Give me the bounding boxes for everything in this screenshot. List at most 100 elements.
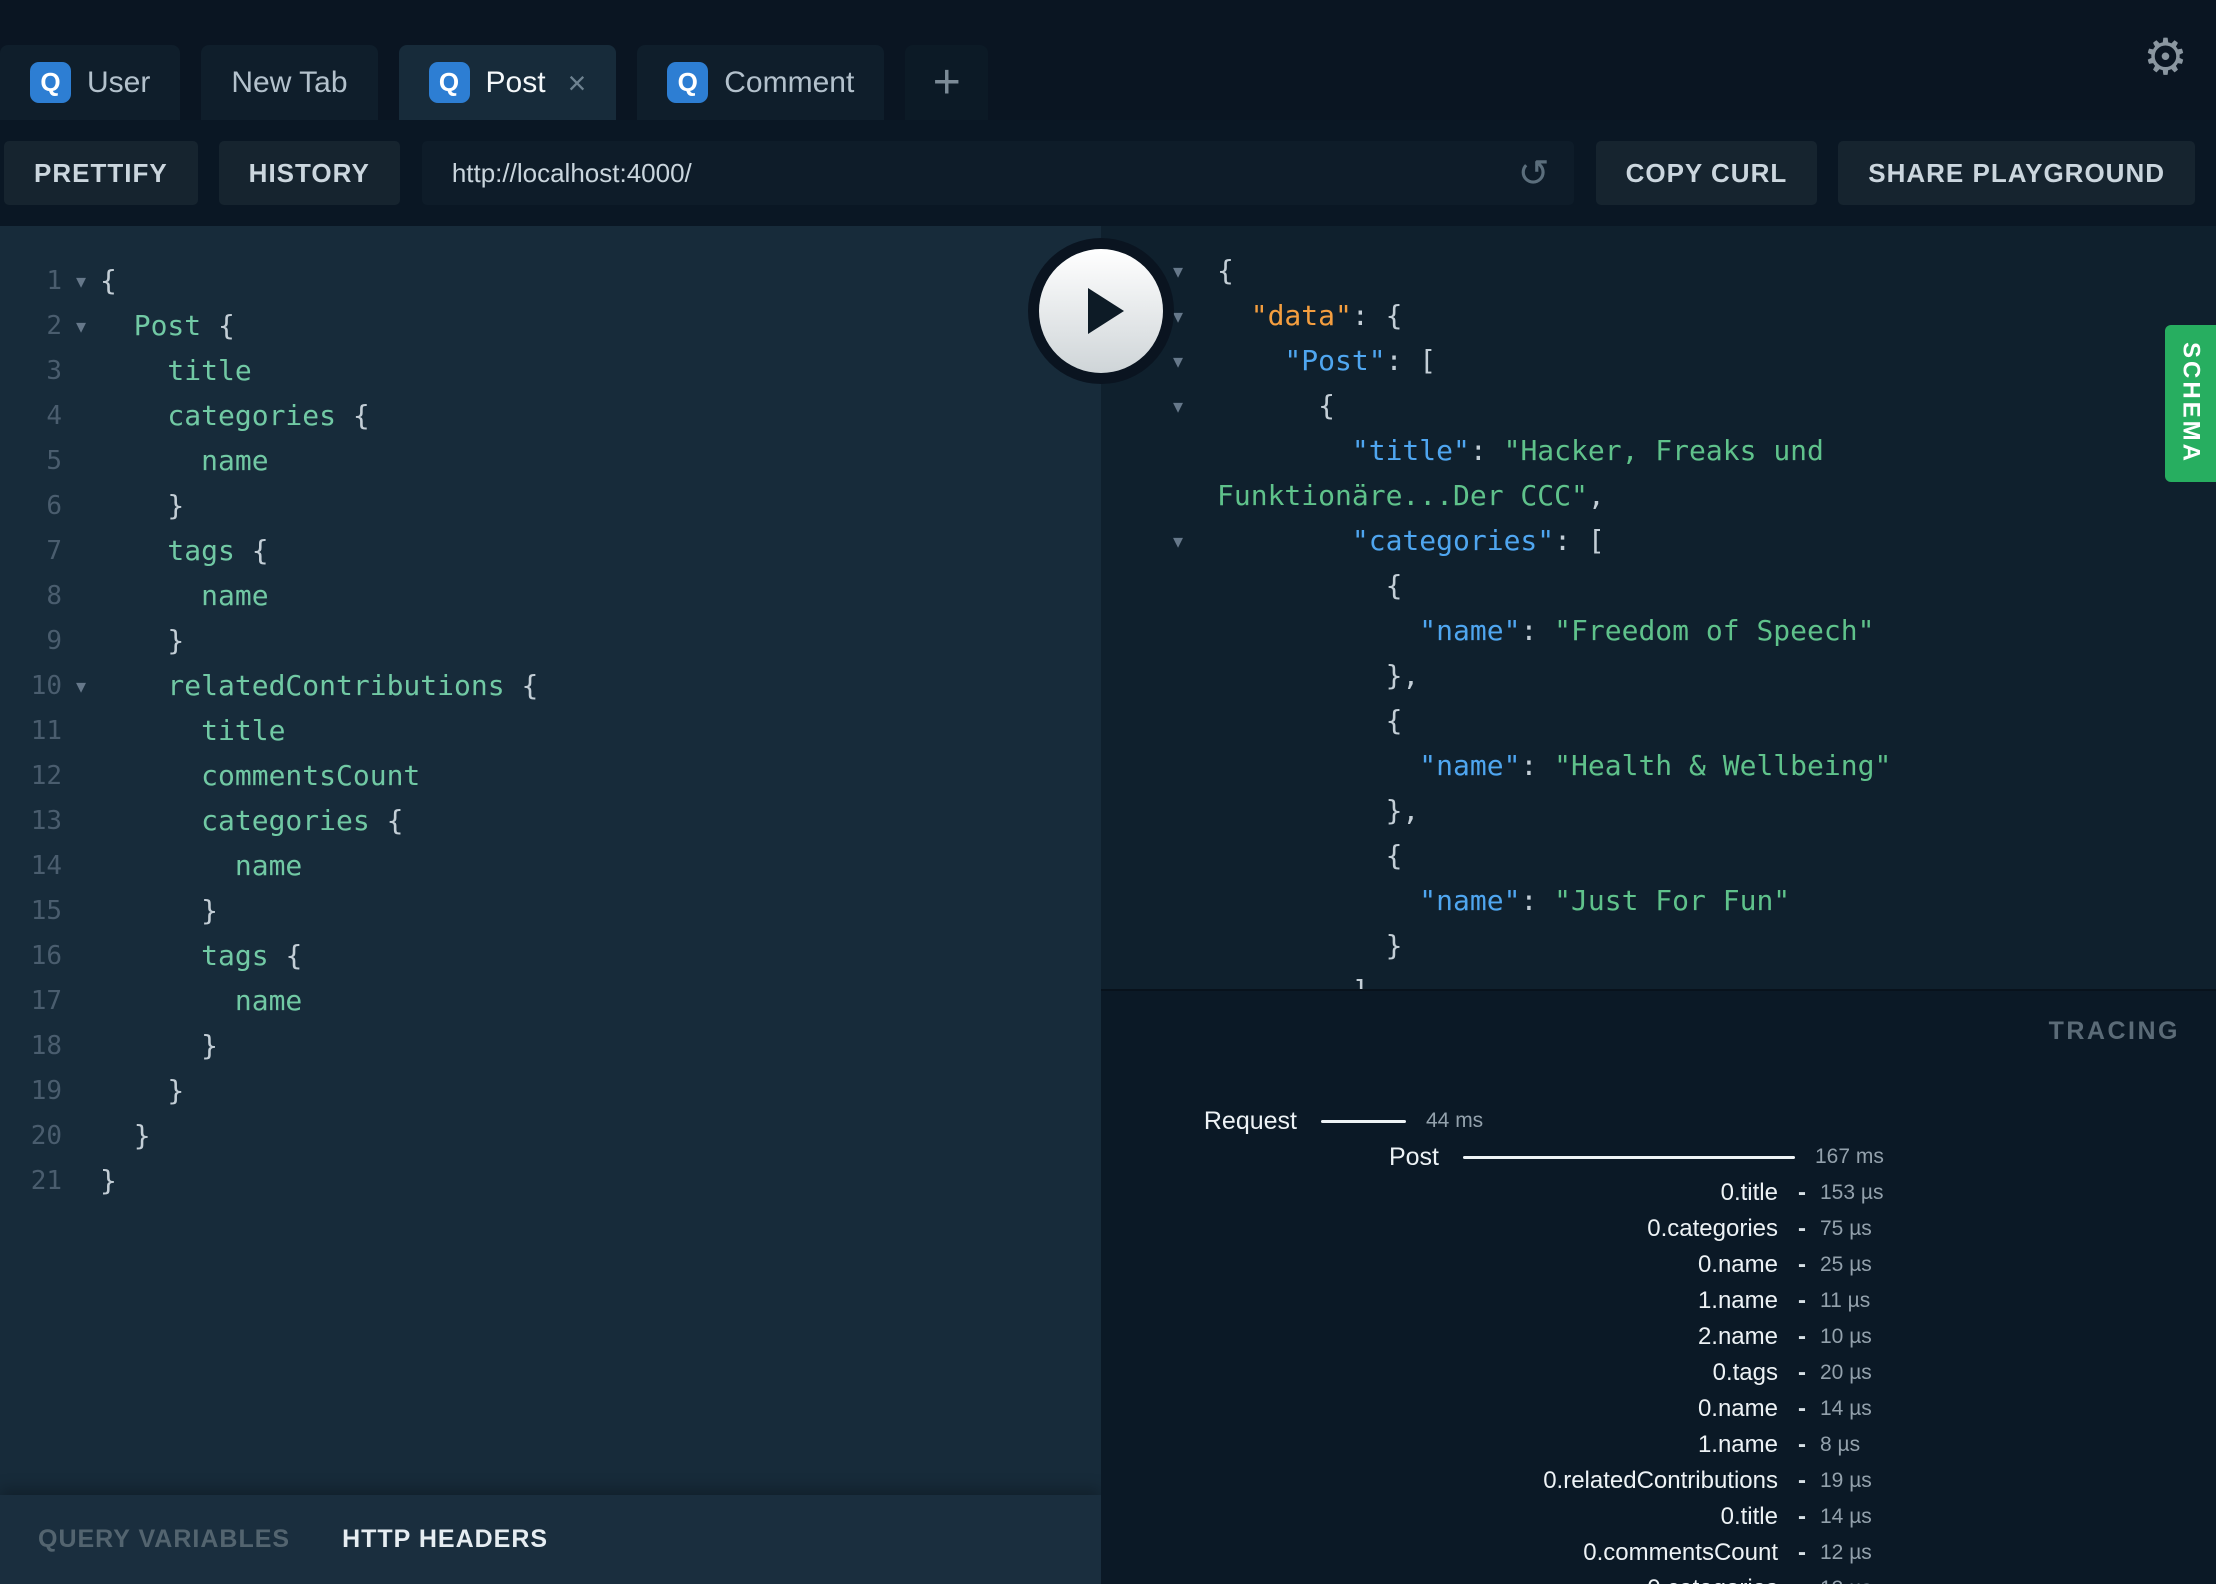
copy-curl-button[interactable]: COPY CURL: [1595, 141, 1818, 205]
tracing-dash: -: [1798, 1395, 1806, 1422]
response-code-text: {: [1217, 704, 1403, 737]
tab-label: User: [87, 65, 151, 99]
code-token: {: [1217, 704, 1403, 737]
tracing-panel: TRACING Request 44 ms Post 167 ms 0.title -15…: [1101, 989, 2216, 1584]
query-variables-tab[interactable]: QUERY VARIABLES: [38, 1525, 290, 1554]
code-token: }: [1217, 929, 1403, 962]
tracing-duration-value: 12 µs: [1820, 1541, 1872, 1564]
settings-gear-icon[interactable]: ⚙: [2143, 32, 2188, 82]
tracing-dash: -: [1798, 1539, 1806, 1566]
endpoint-url-input[interactable]: [421, 141, 1574, 205]
tracing-panel-title[interactable]: TRACING: [2049, 1017, 2180, 1046]
tab-post[interactable]: Q Post ×: [398, 45, 617, 120]
tab-new-tab[interactable]: New Tab: [201, 45, 378, 120]
code-token: {: [100, 264, 117, 297]
fold-arrow-icon[interactable]: ▾: [1173, 304, 1217, 328]
tab-list: Q User New Tab Q Post × Q Comment: [0, 45, 885, 120]
query-code-text: title: [100, 714, 285, 747]
query-editor-line: 10 ▾ relatedContributions {: [0, 663, 1101, 708]
query-code-text: }: [100, 1119, 151, 1152]
query-editor-line: 16 tags {: [0, 933, 1101, 978]
code-token: : [: [1554, 524, 1605, 557]
query-editor-line: 9 }: [0, 618, 1101, 663]
tracing-duration-value: 8 µs: [1820, 1433, 1861, 1456]
query-editor-line: 8 name: [0, 573, 1101, 618]
share-playground-button[interactable]: SHARE PLAYGROUND: [1838, 141, 2195, 205]
line-number: 2: [46, 310, 62, 341]
response-line: ▾ {: [1101, 383, 2216, 428]
tracing-label: 0.commentsCount: [1583, 1539, 1778, 1566]
fold-arrow-icon[interactable]: ▾: [62, 269, 100, 293]
tab-user[interactable]: Q User: [0, 45, 181, 120]
query-editor-line: 21}: [0, 1158, 1101, 1203]
code-token: tags: [100, 939, 286, 972]
query-code-text: }: [100, 1074, 184, 1107]
http-headers-tab[interactable]: HTTP HEADERS: [342, 1525, 548, 1554]
tab-comment[interactable]: Q Comment: [637, 45, 885, 120]
response-line: "name": "Health & Wellbeing": [1101, 743, 2216, 788]
fold-arrow-icon[interactable]: ▾: [62, 314, 100, 338]
response-code-text: {: [1217, 839, 1403, 872]
query-code-text: Post {: [100, 309, 235, 342]
query-editor-line: 18 }: [0, 1023, 1101, 1068]
prettify-button[interactable]: PRETTIFY: [4, 141, 198, 205]
code-token: "name": [1217, 749, 1521, 782]
tracing-label: 0.relatedContributions: [1543, 1467, 1778, 1494]
query-code-text: tags {: [100, 939, 302, 972]
query-editor-line: 4 categories {: [0, 393, 1101, 438]
query-code-text: }: [100, 1029, 218, 1062]
code-token: {: [1217, 389, 1336, 422]
tracing-waterfall: Request 44 ms Post 167 ms 0.title -153 µs 0.ca…: [1101, 1103, 2216, 1584]
schema-side-tab[interactable]: SCHEMA: [2165, 325, 2216, 482]
code-token: categories: [100, 804, 387, 837]
add-tab-button[interactable]: +: [905, 45, 989, 120]
fold-arrow-icon[interactable]: ▾: [62, 674, 100, 698]
query-editor-line: 7 tags {: [0, 528, 1101, 573]
fold-arrow-icon[interactable]: ▾: [1173, 529, 1217, 553]
tracing-dash: -: [1798, 1287, 1806, 1314]
line-number: 21: [30, 1165, 62, 1196]
response-code-text: ],: [1217, 974, 1386, 989]
code-token: "name": [1217, 614, 1521, 647]
toolbar: PRETTIFY HISTORY ↺ COPY CURL SHARE PLAYG…: [0, 120, 2216, 226]
fold-arrow-icon[interactable]: ▾: [1173, 349, 1217, 373]
tab-close-icon[interactable]: ×: [568, 67, 587, 99]
fold-arrow-icon[interactable]: ▾: [1173, 394, 1217, 418]
line-number: 5: [46, 445, 62, 476]
tracing-row: 0.relatedContributions -19 µs: [1101, 1463, 2216, 1499]
code-token: :: [1520, 614, 1555, 647]
code-token: "categories": [1217, 524, 1555, 557]
code-token: "name": [1217, 884, 1521, 917]
query-editor-line: 17 name: [0, 978, 1101, 1023]
query-editor-pane[interactable]: 1 ▾{2 ▾ Post {3 title 4 categories {5 name 6…: [0, 226, 1101, 1584]
response-code-text: },: [1217, 794, 1420, 827]
line-number: 1: [46, 265, 62, 296]
tab-label: New Tab: [231, 65, 348, 99]
line-number: 13: [30, 805, 62, 836]
code-token: relatedContributions: [100, 669, 522, 702]
reload-schema-icon[interactable]: ↺: [1518, 151, 1550, 195]
code-token: {: [1217, 254, 1234, 287]
response-pane: ▾{▾ "data": {▾ "Post": [▾ { "title": "Ha…: [1101, 226, 2216, 989]
line-number: 9: [46, 625, 62, 656]
code-token: "data": [1217, 299, 1352, 332]
query-code-text: }: [100, 624, 184, 657]
execute-query-button[interactable]: [1039, 249, 1163, 373]
code-token: {: [251, 534, 269, 567]
query-editor-line: 3 title: [0, 348, 1101, 393]
code-token: {: [352, 399, 370, 432]
tracing-duration-bar: [1321, 1120, 1406, 1123]
code-token: "Post": [1217, 344, 1386, 377]
history-button[interactable]: HISTORY: [218, 141, 400, 205]
code-token: {: [1217, 569, 1403, 602]
response-code-text: {: [1217, 569, 1403, 602]
code-token: : [: [1385, 344, 1437, 377]
tracing-dash: -: [1798, 1431, 1806, 1458]
query-editor-line: 2 ▾ Post {: [0, 303, 1101, 348]
tracing-row: 0.categories -75 µs: [1101, 1211, 2216, 1247]
tracing-row: 0.tags -20 µs: [1101, 1355, 2216, 1391]
tracing-duration-value: 75 µs: [1820, 1217, 1872, 1240]
code-token: }: [100, 1119, 151, 1152]
fold-arrow-icon[interactable]: ▾: [1173, 259, 1217, 283]
response-line: "name": "Just For Fun": [1101, 878, 2216, 923]
